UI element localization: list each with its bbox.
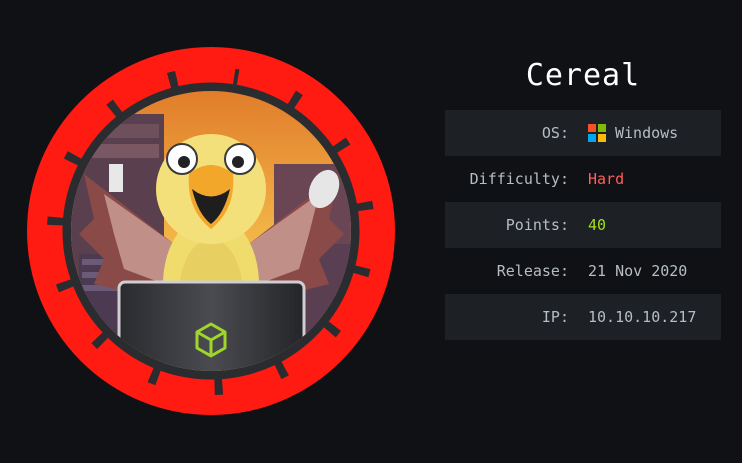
machine-info-table: OS: Windows Difficulty: Hard Points: 40 … <box>445 110 721 340</box>
points-label: Points: <box>505 216 569 234</box>
info-row-release: Release: 21 Nov 2020 <box>445 248 721 294</box>
difficulty-label: Difficulty: <box>469 170 569 188</box>
info-row-points: Points: 40 <box>445 202 721 248</box>
info-row-difficulty: Difficulty: Hard <box>445 156 721 202</box>
os-value-wrap: Windows <box>588 124 678 142</box>
ip-value: 10.10.10.217 <box>588 308 697 326</box>
machine-avatar-badge <box>27 47 395 415</box>
os-label: OS: <box>541 124 569 142</box>
release-label: Release: <box>496 262 569 280</box>
difficulty-value: Hard <box>588 170 625 188</box>
info-row-ip: IP: 10.10.10.217 <box>445 294 721 340</box>
os-value: Windows <box>615 124 679 142</box>
ip-label: IP: <box>541 308 569 326</box>
machine-name: Cereal <box>525 58 641 93</box>
windows-logo-icon <box>588 124 606 142</box>
info-row-os: OS: Windows <box>445 110 721 156</box>
points-value: 40 <box>588 216 607 234</box>
release-value: 21 Nov 2020 <box>588 262 688 280</box>
